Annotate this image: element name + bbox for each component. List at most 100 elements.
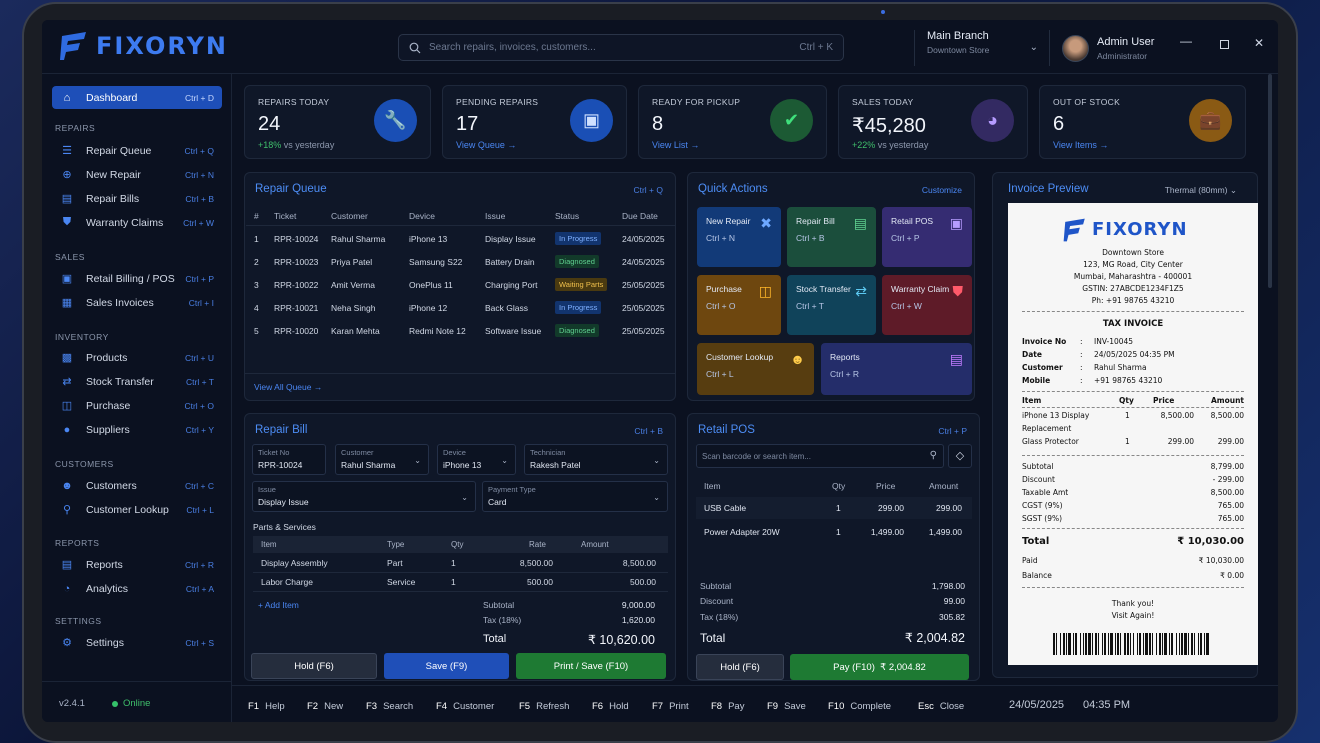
quick-action-stock-transfer[interactable]: Stock Transfer Ctrl + T ⇄	[787, 275, 876, 335]
shortcut-f10[interactable]: F10 Complete	[828, 701, 891, 712]
quick-action-purchase[interactable]: Purchase Ctrl + O ◫	[697, 275, 781, 335]
sidebar-shortcut: Ctrl + P	[185, 273, 214, 284]
panel-title: Repair Bill	[255, 424, 308, 436]
barcode-search-input[interactable]: Scan barcode or search item... ⚲	[696, 444, 944, 468]
app-logo[interactable]: FIXORYN	[58, 30, 228, 62]
table-row[interactable]: 4 RPR-10021 Neha Singh iPhone 12 Back Glass I…	[246, 297, 676, 320]
quick-action-customer-lookup[interactable]: Customer Lookup Ctrl + L ☻	[697, 343, 814, 395]
sidebar-item-repair-queue[interactable]: ☰ Repair Queue Ctrl + Q	[52, 139, 222, 162]
shortcut-f4[interactable]: F4 Customer	[436, 701, 494, 712]
device-select[interactable]: Device iPhone 13 ⌄	[437, 444, 516, 475]
shortcut-f9[interactable]: F9 Save	[767, 701, 806, 712]
sidebar-item-suppliers[interactable]: ● Suppliers Ctrl + Y	[52, 418, 222, 441]
pay-button[interactable]: Pay (F10) ₹ 2,004.82	[790, 654, 969, 680]
quick-action-new-repair[interactable]: New Repair Ctrl + N ✖	[697, 207, 781, 267]
stat-card-ready-for-pickup[interactable]: READY FOR PICKUP 8 View List → ✔	[638, 85, 827, 159]
tag-icon[interactable]: ◇	[948, 444, 972, 468]
ticket-no-field[interactable]: Ticket No RPR-10024	[252, 444, 326, 475]
hold-button[interactable]: Hold (F6)	[251, 653, 377, 679]
bar-chart-icon: ▤	[949, 351, 963, 367]
print-save-button[interactable]: Print / Save (F10)	[516, 653, 666, 679]
customize-link[interactable]: Customize	[922, 185, 962, 195]
table-row[interactable]: 5 RPR-10020 Karan Mehta Redmi Note 12 Softwa…	[246, 320, 676, 343]
link-label: View Items	[1053, 140, 1097, 150]
customer-select[interactable]: Customer Rahul Sharma ⌄	[335, 444, 429, 475]
field-value: Card	[488, 497, 507, 507]
shortcut-esc[interactable]: Esc Close	[918, 701, 964, 712]
quick-action-retail-pos[interactable]: Retail POS Ctrl + P ▣	[882, 207, 972, 267]
hold-button[interactable]: Hold (F6)	[696, 654, 784, 680]
shortcut-f6[interactable]: F6 Hold	[592, 701, 629, 712]
meta-sep: :	[1080, 337, 1083, 346]
panel-shortcut: Ctrl + B	[634, 426, 663, 436]
save-button[interactable]: Save (F9)	[384, 653, 509, 679]
sidebar-item-warranty-claims[interactable]: ⛊ Warranty Claims Ctrl + W	[52, 211, 222, 234]
shortcut-f8[interactable]: F8 Pay	[711, 701, 744, 712]
scrollbar[interactable]	[1268, 74, 1272, 288]
barcode-bar	[1088, 633, 1091, 655]
global-search-input[interactable]: Search repairs, invoices, customers... C…	[398, 34, 844, 61]
view-queue-link[interactable]: View Queue →	[456, 140, 516, 150]
qa-label: Reports	[830, 352, 860, 362]
quick-action-warranty-claim[interactable]: Warranty Claim Ctrl + W ⛊	[882, 275, 972, 335]
sidebar-item-analytics[interactable]: ◔ Analytics Ctrl + A	[52, 577, 222, 600]
sidebar-item-new-repair[interactable]: ⊕ New Repair Ctrl + N	[52, 163, 222, 186]
search-icon: ⚲	[929, 450, 937, 461]
stat-card-repairs-today[interactable]: REPAIRS TODAY 24 +18% vs yesterday 🔧	[244, 85, 431, 159]
table-row[interactable]: Labor Charge Service 1 500.00 500.00	[253, 573, 668, 592]
printer-selector[interactable]: Thermal (80mm) ⌄	[1165, 185, 1237, 196]
view-list-link[interactable]: View List →	[652, 140, 699, 150]
shortcut-f1[interactable]: F1 Help	[248, 701, 285, 712]
receipt-gstin: GSTIN: 27ABCDE1234F1Z5	[1082, 284, 1184, 293]
status-badge: In Progress	[555, 232, 602, 245]
maximize-icon[interactable]	[1220, 38, 1229, 52]
sidebar-item-repair-bills[interactable]: ▤ Repair Bills Ctrl + B	[52, 187, 222, 210]
branch-selector[interactable]: Main Branch Downtown Store ⌄	[914, 30, 1044, 66]
sidebar-shortcut: Ctrl + D	[184, 92, 214, 103]
stat-card-sales-today[interactable]: SALES TODAY ₹45,280 +22% vs yesterday ◕	[838, 85, 1028, 159]
qa-shortcut: Ctrl + B	[796, 233, 825, 243]
retail-pos-panel: Retail POS Ctrl + P Scan barcode or sear…	[687, 413, 980, 681]
sidebar-item-reports[interactable]: ▤ Reports Ctrl + R	[52, 553, 222, 576]
sidebar-item-sales-invoices[interactable]: ▦ Sales Invoices Ctrl + I	[52, 291, 222, 314]
close-icon[interactable]: ✕	[1254, 36, 1264, 50]
payment-type-select[interactable]: Payment Type Card ⌄	[482, 481, 668, 512]
table-row[interactable]: 3 RPR-10022 Amit Verma OnePlus 11 Charging P…	[246, 274, 676, 297]
quick-action-repair-bill[interactable]: Repair Bill Ctrl + B ▤	[787, 207, 876, 267]
sidebar-item-customers[interactable]: ☻ Customers Ctrl + C	[52, 474, 222, 497]
sidebar-item-purchase[interactable]: ◫ Purchase Ctrl + O	[52, 394, 222, 417]
user-menu[interactable]: Admin User Administrator	[1049, 30, 1169, 66]
stat-card-out-of-stock[interactable]: OUT OF STOCK 6 View Items → 💼	[1039, 85, 1246, 159]
quick-action-reports[interactable]: Reports Ctrl + R ▤	[821, 343, 972, 395]
sidebar-item-settings[interactable]: ⚙ Settings Ctrl + S	[52, 631, 222, 654]
table-row[interactable]: USB Cable 1 299.00 299.00	[696, 497, 972, 519]
issue-select[interactable]: Issue Display Issue ⌄	[252, 481, 476, 512]
shortcut-f2[interactable]: F2 New	[307, 701, 343, 712]
sidebar-item-retail-pos[interactable]: ▣ Retail Billing / POS Ctrl + P	[52, 267, 222, 290]
divider	[1022, 391, 1244, 392]
view-all-queue-link[interactable]: View All Queue →	[254, 382, 322, 392]
view-items-link[interactable]: View Items →	[1053, 140, 1108, 150]
table-row[interactable]: 1 RPR-10024 Rahul Sharma iPhone 13 Display I…	[246, 228, 676, 251]
user-icon: ☻	[790, 351, 805, 367]
sidebar-item-stock-transfer[interactable]: ⇄ Stock Transfer Ctrl + T	[52, 370, 222, 393]
sidebar-item-label: Dashboard	[86, 91, 138, 104]
item-qty: 1	[1125, 437, 1130, 446]
sidebar-item-customer-lookup[interactable]: ⚲ Customer Lookup Ctrl + L	[52, 498, 222, 521]
technician-select[interactable]: Technician Rakesh Patel ⌄	[524, 444, 668, 475]
shortcut-f7[interactable]: F7 Print	[652, 701, 689, 712]
table-row[interactable]: Power Adapter 20W 1 1,499.00 1,499.00	[696, 521, 972, 543]
add-item-button[interactable]: + Add Item	[258, 600, 299, 610]
shortcut-f3[interactable]: F3 Search	[366, 701, 413, 712]
sidebar-item-dashboard[interactable]: ⌂ Dashboard Ctrl + D	[52, 86, 222, 109]
shortcut-f5[interactable]: F5 Refresh	[519, 701, 569, 712]
stat-delta: +18%	[258, 140, 282, 150]
barcode-bar	[1083, 633, 1084, 655]
table-row[interactable]: 2 RPR-10023 Priya Patel Samsung S22 Battery …	[246, 251, 676, 274]
minimize-icon[interactable]: —	[1180, 34, 1192, 48]
pay-label: Pay (F10)	[833, 661, 875, 673]
stat-card-pending-repairs[interactable]: PENDING REPAIRS 17 View Queue → ▣	[442, 85, 627, 159]
sidebar-item-products[interactable]: ▩ Products Ctrl + U	[52, 346, 222, 369]
table-row[interactable]: Display Assembly Part 1 8,500.00 8,500.00	[253, 554, 668, 573]
barcode-bar	[1169, 633, 1170, 655]
